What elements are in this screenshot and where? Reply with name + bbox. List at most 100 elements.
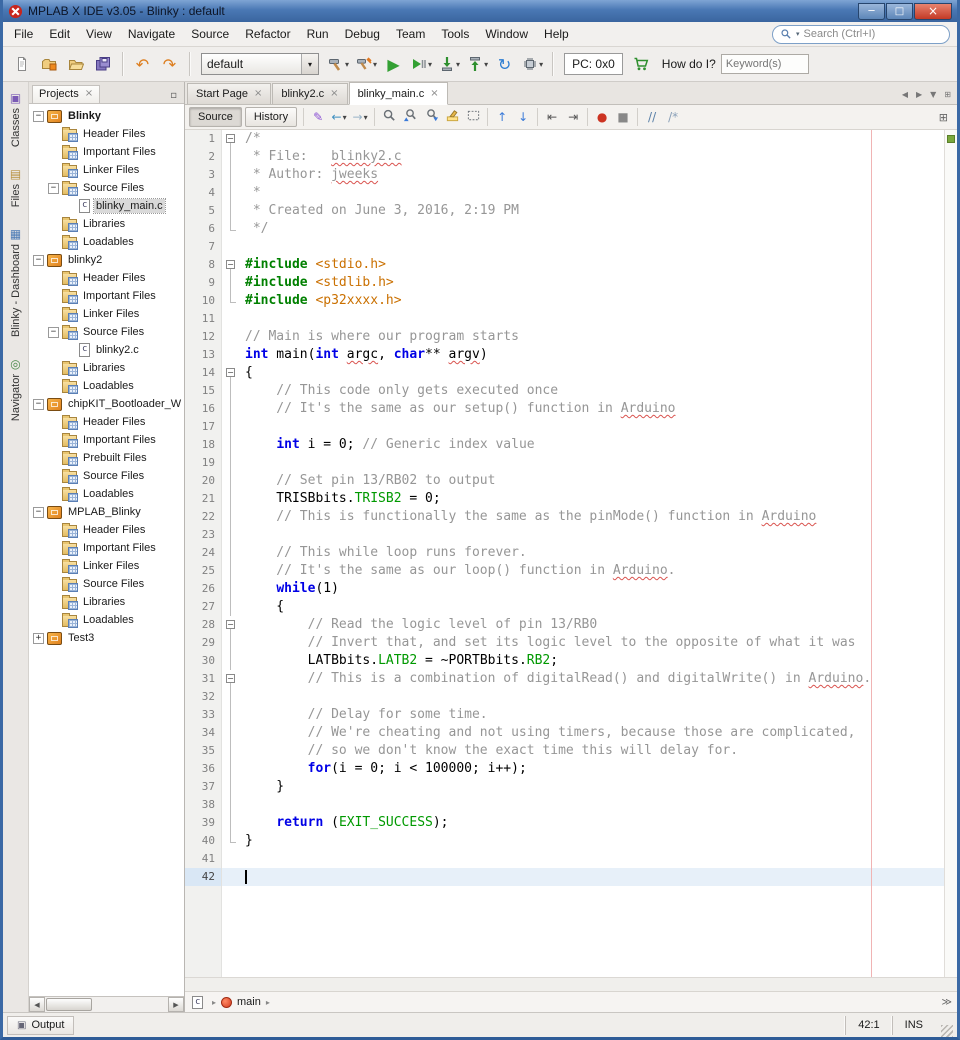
dropdown-caret-icon[interactable]: ▾ (456, 60, 460, 69)
tree-node-test3[interactable]: + Test3 (29, 629, 184, 647)
code-text[interactable]: int main(int argc, char** argv) (241, 346, 944, 364)
new-project-button[interactable] (36, 51, 61, 78)
collapse-fold-icon[interactable]: − (226, 134, 235, 143)
make-and-program-device-button[interactable]: ▾ (436, 51, 462, 78)
output-window-button[interactable]: ▣ Output (7, 1015, 75, 1035)
collapse-icon[interactable]: − (33, 506, 44, 518)
tree-node-header-files[interactable]: Header Files (29, 125, 184, 143)
code-line-18[interactable]: 18 int i = 0; // Generic index value (185, 436, 944, 454)
code-line-3[interactable]: 3 * Author: jweeks (185, 166, 944, 184)
code-line-33[interactable]: 33 // Delay for some time. (185, 706, 944, 724)
line-number[interactable]: 32 (185, 688, 221, 706)
code-text[interactable]: // It's the same as our setup() function… (241, 400, 944, 418)
code-text[interactable] (241, 454, 944, 472)
line-number[interactable]: 11 (185, 310, 221, 328)
line-number[interactable]: 9 (185, 274, 221, 292)
code-text[interactable]: { (241, 598, 944, 616)
tree-node-blinky2-c[interactable]: blinky2.c (29, 341, 184, 359)
menu-item-file[interactable]: File (6, 23, 41, 45)
code-lines[interactable]: 1−/* 2 * File: blinky2.c 3 * Author: jweek… (185, 130, 944, 977)
line-number[interactable]: 37 (185, 778, 221, 796)
tree-node-linker-files[interactable]: Linker Files (29, 305, 184, 323)
microchip-store-button[interactable] (629, 51, 654, 78)
line-number[interactable]: 23 (185, 526, 221, 544)
line-number[interactable]: 15 (185, 382, 221, 400)
error-stripe[interactable] (944, 130, 957, 977)
title-bar[interactable]: MPLAB X IDE v3.05 - Blinky : default ─ □… (3, 0, 957, 22)
fold-marker[interactable]: − (221, 256, 241, 274)
line-number[interactable]: 6 (185, 220, 221, 238)
line-number[interactable]: 5 (185, 202, 221, 220)
find-selection-button[interactable] (379, 107, 399, 127)
tree-node-mplab-blinky[interactable]: − MPLAB_Blinky (29, 503, 184, 521)
line-number[interactable]: 2 (185, 148, 221, 166)
code-line-11[interactable]: 11 (185, 310, 944, 328)
code-line-2[interactable]: 2 * File: blinky2.c (185, 148, 944, 166)
code-text[interactable] (241, 850, 944, 868)
menu-item-window[interactable]: Window (477, 23, 536, 45)
line-number[interactable]: 36 (185, 760, 221, 778)
code-text[interactable]: TRISBbits.TRISB2 = 0; (241, 490, 944, 508)
find-next-occurrence-button[interactable] (421, 107, 441, 127)
line-number[interactable]: 21 (185, 490, 221, 508)
back-button[interactable]: ← ▾ (329, 107, 349, 127)
collapse-fold-icon[interactable]: − (226, 368, 235, 377)
code-line-7[interactable]: 7 (185, 238, 944, 256)
dropdown-caret-icon[interactable]: ▾ (428, 60, 432, 69)
line-number[interactable]: 30 (185, 652, 221, 670)
code-text[interactable]: { (241, 364, 944, 382)
fold-marker[interactable]: − (221, 364, 241, 382)
minimize-panel-button[interactable]: ▫ (166, 88, 181, 103)
code-text[interactable]: /* (241, 130, 944, 148)
line-number[interactable]: 10 (185, 292, 221, 310)
line-number[interactable]: 1 (185, 130, 221, 148)
line-number[interactable]: 4 (185, 184, 221, 202)
code-line-37[interactable]: 37 } (185, 778, 944, 796)
redo-button[interactable]: ↷ (157, 51, 182, 78)
editor-tab-start-page[interactable]: Start Page × (187, 83, 272, 104)
tree-node-linker-files[interactable]: Linker Files (29, 161, 184, 179)
line-number[interactable]: 17 (185, 418, 221, 436)
line-number[interactable]: 14 (185, 364, 221, 382)
line-number[interactable]: 34 (185, 724, 221, 742)
code-line-38[interactable]: 38 (185, 796, 944, 814)
code-text[interactable]: // We're cheating and not using timers, … (241, 724, 944, 742)
forward-button[interactable]: → ▾ (350, 107, 370, 127)
code-line-24[interactable]: 24 // This while loop runs forever. (185, 544, 944, 562)
minimize-button[interactable]: ─ (858, 2, 885, 20)
build-project-button[interactable]: ▾ (325, 51, 351, 78)
collapse-fold-icon[interactable]: − (226, 674, 235, 683)
code-text[interactable] (241, 310, 944, 328)
tree-node-blinky-main-c[interactable]: blinky_main.c (29, 197, 184, 215)
line-number[interactable]: 3 (185, 166, 221, 184)
menu-item-navigate[interactable]: Navigate (120, 23, 183, 45)
code-line-30[interactable]: 30 LATBbits.LATB2 = ~PORTBbits.RB2; (185, 652, 944, 670)
line-number[interactable]: 25 (185, 562, 221, 580)
toggle-comment-button[interactable]: // (642, 107, 662, 127)
line-number[interactable]: 40 (185, 832, 221, 850)
code-text[interactable]: // This code only gets executed once (241, 382, 944, 400)
code-text[interactable] (241, 418, 944, 436)
expand-handle[interactable]: − (33, 398, 47, 410)
menu-item-team[interactable]: Team (388, 23, 433, 45)
code-line-9[interactable]: 9 #include <stdlib.h> (185, 274, 944, 292)
code-text[interactable]: } (241, 778, 944, 796)
code-text[interactable] (241, 238, 944, 256)
start-macro-recording-button[interactable]: ● (592, 107, 612, 127)
line-number[interactable]: 33 (185, 706, 221, 724)
minimized-panel-navigator[interactable]: ◎ Navigator (9, 354, 23, 424)
code-line-8[interactable]: 8− #include <stdio.h> (185, 256, 944, 274)
how-do-i-keyword-input[interactable] (720, 54, 809, 74)
projects-hscrollbar[interactable]: ◀ ▶ (29, 996, 184, 1012)
breadcrumb-expand-button[interactable]: ≫ (942, 997, 952, 1008)
code-line-17[interactable]: 17 (185, 418, 944, 436)
tree-node-header-files[interactable]: Header Files (29, 413, 184, 431)
close-tab-icon[interactable]: × (430, 88, 438, 99)
collapse-icon[interactable]: − (33, 110, 44, 122)
configuration-select[interactable]: default ▾ (201, 53, 319, 75)
code-text[interactable]: #include <stdlib.h> (241, 274, 944, 292)
code-text[interactable]: return (EXIT_SUCCESS); (241, 814, 944, 832)
close-tab-icon[interactable]: × (330, 89, 338, 99)
menu-item-run[interactable]: Run (299, 23, 337, 45)
editor-views-button[interactable]: ⊞ (939, 111, 953, 124)
